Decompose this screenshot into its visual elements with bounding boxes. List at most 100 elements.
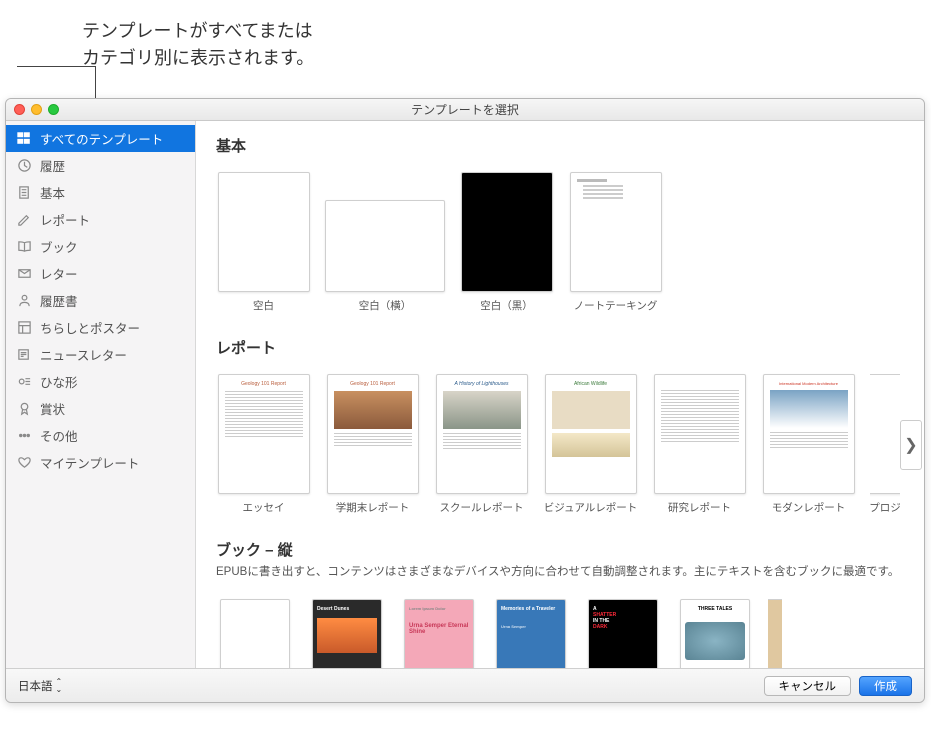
template-book-shatter[interactable]: ASHATTERIN THEDARK	[584, 599, 662, 668]
sidebar-item-label: 基本	[40, 183, 65, 202]
sidebar-item-label: レター	[40, 264, 78, 283]
layout-icon	[16, 320, 32, 336]
thumb-title: Geology 101 Report	[219, 375, 309, 389]
template-book-blank[interactable]	[216, 599, 294, 668]
template-thumbnail: African Wildlife	[545, 374, 637, 494]
sidebar-item-label: 賞状	[40, 399, 65, 418]
template-thumbnail: Memories of a Traveler Urna Semper	[496, 599, 566, 668]
template-label: プロジ	[870, 500, 900, 515]
close-icon[interactable]	[14, 104, 25, 115]
doc-icon	[16, 185, 32, 201]
footer: 日本語 ⌃⌄ キャンセル 作成	[6, 668, 924, 702]
thumb-image	[685, 622, 745, 660]
section-title: レポート	[216, 337, 904, 358]
template-thumbnail	[325, 200, 445, 292]
thumb-title: A History of Lighthouses	[437, 375, 527, 389]
template-label: 空白（黒）	[480, 298, 533, 313]
titlebar: テンプレートを選択	[6, 99, 924, 121]
template-essay[interactable]: Geology 101 Report エッセイ	[216, 374, 311, 515]
card-icon	[16, 374, 32, 390]
template-thumbnail	[768, 599, 782, 668]
template-thumbnail: A History of Lighthouses	[436, 374, 528, 494]
sidebar-item-label: 履歴書	[40, 291, 78, 310]
sidebar-item-certificate[interactable]: 賞状	[6, 395, 195, 422]
thumb-image	[770, 390, 848, 428]
thumb-title: International Modern Architecture	[764, 375, 854, 388]
pencil-icon	[16, 212, 32, 228]
thumb-title: Lorem Ipsum Dolor	[405, 600, 473, 617]
thumb-image	[334, 391, 412, 429]
template-blank-landscape[interactable]: 空白（横）	[325, 172, 445, 313]
template-thumbnail	[870, 374, 900, 494]
section-book: ブック – 縦 EPUBに書き出すと、コンテンツはさまざまなデバイスや方向に合わ…	[196, 525, 924, 589]
template-book-eternal[interactable]: Lorem Ipsum Dolor Urna Semper Eternal Sh…	[400, 599, 478, 668]
clock-icon	[16, 158, 32, 174]
template-visual-report[interactable]: African Wildlife ビジュアルレポート	[543, 374, 638, 515]
thumb-image	[443, 391, 521, 429]
template-project[interactable]: プロジ	[870, 374, 900, 515]
create-button[interactable]: 作成	[859, 676, 912, 696]
thumb-title: Geology 101 Report	[328, 375, 418, 389]
thumb-title	[655, 375, 745, 388]
template-label: 研究レポート	[668, 500, 731, 515]
person-icon	[16, 293, 32, 309]
thumb-title: African Wildlife	[546, 375, 636, 389]
sidebar-item-other[interactable]: その他	[6, 422, 195, 449]
template-thumbnail: International Modern Architecture	[763, 374, 855, 494]
window-controls	[14, 104, 59, 115]
sidebar-item-all-templates[interactable]: すべてのテンプレート	[6, 125, 195, 152]
language-selector[interactable]: 日本語 ⌃⌄	[18, 678, 62, 694]
template-label: エッセイ	[243, 500, 285, 515]
section-description: EPUBに書き出すと、コンテンツはさまざまなデバイスや方向に合わせて自動調整され…	[216, 564, 904, 581]
template-thumbnail	[570, 172, 662, 292]
book-icon	[16, 239, 32, 255]
template-school-report[interactable]: A History of Lighthouses スクールレポート	[434, 374, 529, 515]
thumb-title: Desert Dunes	[313, 600, 381, 618]
thumb-title: THREE TALES	[681, 600, 749, 618]
zoom-icon[interactable]	[48, 104, 59, 115]
template-content[interactable]: 基本 空白 空白（横） 空白（黒）	[196, 121, 924, 668]
sidebar-item-label: その他	[40, 426, 78, 445]
sidebar-item-report[interactable]: レポート	[6, 206, 195, 233]
template-label: 空白	[253, 298, 274, 313]
sidebar-item-recents[interactable]: 履歴	[6, 152, 195, 179]
template-label: スクールレポート	[440, 500, 524, 515]
thumb-title: Urna Semper Eternal Shine	[405, 617, 473, 641]
template-thumbnail: Geology 101 Report	[218, 374, 310, 494]
ribbon-icon	[16, 401, 32, 417]
template-thumbnail	[220, 599, 290, 668]
template-research-report[interactable]: 研究レポート	[652, 374, 747, 515]
sidebar-item-label: ブック	[40, 237, 78, 256]
template-term-paper[interactable]: Geology 101 Report 学期末レポート	[325, 374, 420, 515]
sidebar-item-resume[interactable]: 履歴書	[6, 287, 195, 314]
sidebar-item-book[interactable]: ブック	[6, 233, 195, 260]
window-title: テンプレートを選択	[411, 101, 519, 118]
thumb-title: Memories of a Traveler	[497, 600, 565, 618]
template-thumbnail	[218, 172, 310, 292]
sidebar-item-newsletter[interactable]: ニュースレター	[6, 341, 195, 368]
row-report: Geology 101 Report エッセイ Geology 101 Repo…	[196, 364, 924, 525]
template-book-desert[interactable]: Desert Dunes	[308, 599, 386, 668]
sidebar-item-label: ひな形	[40, 372, 78, 391]
template-modern-report[interactable]: International Modern Architecture モダンレポー…	[761, 374, 856, 515]
template-book-memories[interactable]: Memories of a Traveler Urna Semper	[492, 599, 570, 668]
sidebar-item-label: ちらしとポスター	[40, 318, 140, 337]
template-book-tales[interactable]: THREE TALES	[676, 599, 754, 668]
sidebar-item-basic[interactable]: 基本	[6, 179, 195, 206]
scroll-right-button[interactable]: ❯	[900, 420, 922, 470]
template-notetaking[interactable]: ノートテーキング	[568, 172, 663, 313]
updown-icon: ⌃⌄	[56, 678, 63, 694]
sidebar-item-letter[interactable]: レター	[6, 260, 195, 287]
minimize-icon[interactable]	[31, 104, 42, 115]
dots-icon	[16, 428, 32, 444]
sidebar-item-flyer-poster[interactable]: ちらしとポスター	[6, 314, 195, 341]
template-book-next[interactable]	[768, 599, 782, 668]
sidebar-item-stationery[interactable]: ひな形	[6, 368, 195, 395]
template-thumbnail	[654, 374, 746, 494]
template-blank[interactable]: 空白	[216, 172, 311, 313]
sidebar-item-my-templates[interactable]: マイテンプレート	[6, 449, 195, 476]
template-thumbnail: Lorem Ipsum Dolor Urna Semper Eternal Sh…	[404, 599, 474, 668]
template-label: モダンレポート	[772, 500, 846, 515]
cancel-button[interactable]: キャンセル	[764, 676, 852, 696]
template-blank-black[interactable]: 空白（黒）	[459, 172, 554, 313]
